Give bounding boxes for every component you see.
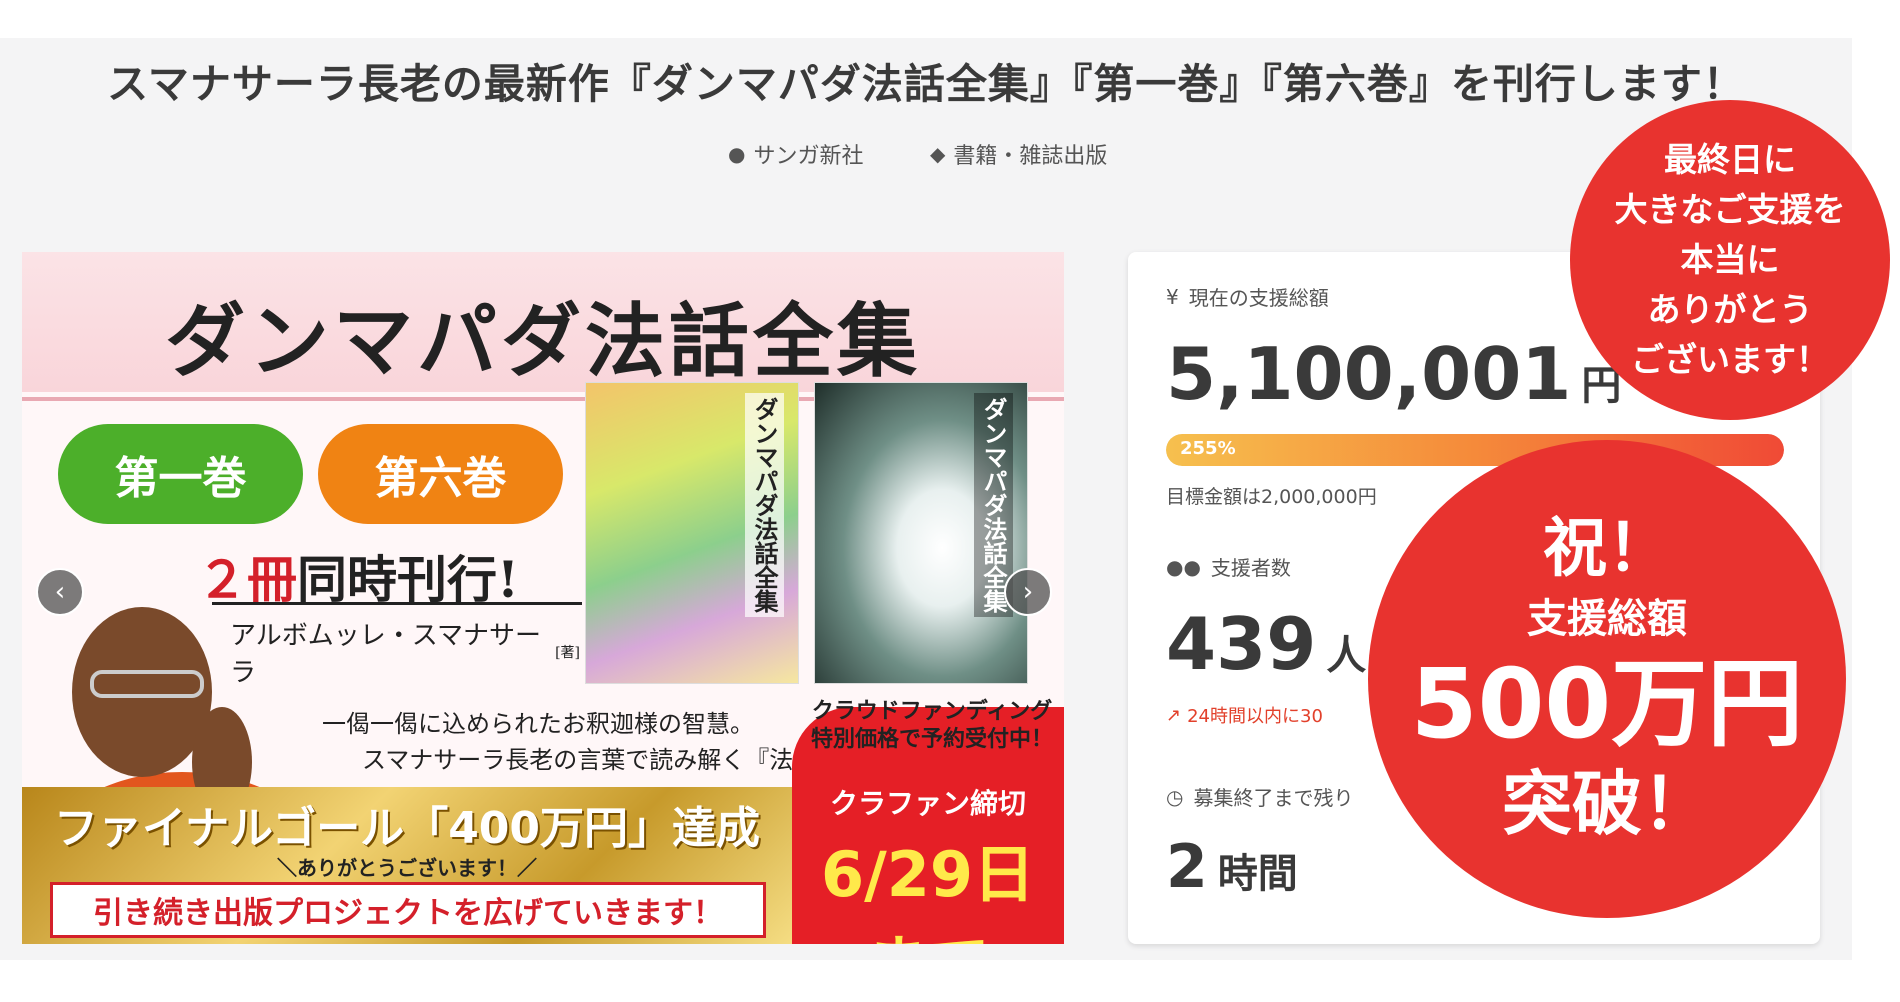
book-cover-vol6: ダンマパダ法話全集 — [814, 382, 1028, 684]
remaining-label: ◷ 募集終了まで残り — [1166, 782, 1353, 811]
milestone-line-2: 支援総額 — [1527, 596, 1687, 642]
next-message: 引き続き出版プロジェクトを広げていきます！ — [50, 882, 766, 938]
people-icon: ●● — [1166, 554, 1201, 579]
milestone-line-1: 祝！ — [1543, 512, 1671, 586]
milestone-line-4: 突破！ — [1502, 763, 1712, 845]
hero-title: ダンマパダ法話全集 — [165, 294, 921, 388]
publisher-meta[interactable]: ● サンガ新社 — [728, 138, 863, 170]
thanks-line-1: 最終日に — [1664, 140, 1796, 179]
supporters-count: 439 人 — [1166, 602, 1366, 686]
thanks-line-5: ございます！ — [1631, 340, 1829, 379]
author-name: アルボムッレ・スマナサーラ — [230, 621, 541, 688]
crowdfunding-deadline-date: 6/29日まで — [820, 838, 1036, 944]
trend-info: ↗ 24時間以内に30 — [1166, 702, 1323, 728]
crowdfunding-deadline-label: クラファン締切 — [829, 787, 1026, 820]
total-amount-value: 5,100,001 — [1166, 332, 1572, 416]
total-label: ¥ 現在の支援総額 — [1166, 282, 1329, 311]
supporters-count-unit: 人 — [1326, 633, 1367, 679]
total-label-text: 現在の支援総額 — [1188, 286, 1329, 310]
supporters-label-text: 支援者数 — [1210, 556, 1291, 580]
volume-1-badge: 第一巻 — [58, 424, 303, 524]
goal-amount: 目標金額は2,000,000円 — [1166, 486, 1377, 508]
author-credit: アルボムッレ・スマナサーラ [著] — [230, 621, 580, 688]
category-meta[interactable]: ◆ 書籍・雑誌出版 — [930, 138, 1107, 170]
supporters-label: ●● 支援者数 — [1166, 552, 1291, 581]
project-title: スマナサーラ長老の最新作『ダンマパダ法話全集』『第一巻』『第六巻』を刊行します！ — [107, 60, 1745, 108]
hero-carousel[interactable]: ダンマパダ法話全集 第一巻 第六巻 ２冊同時刊行! アルボムッレ・スマナサーラ[… — [22, 252, 1064, 944]
thanks-line-2: 大きなご支援を — [1614, 190, 1846, 229]
thanks-text: ＼ありがとうございます！／ — [277, 856, 537, 880]
thanks-line-4: ありがとう — [1647, 290, 1813, 329]
trend-text: 24時間以内に30 — [1187, 706, 1323, 727]
total-amount: 5,100,001 円 — [1166, 332, 1621, 416]
user-icon: ● — [728, 142, 746, 166]
thanks-line-3: 本当に — [1680, 240, 1780, 279]
book-cover-vol1: ダンマパダ法話全集 — [585, 382, 799, 684]
remaining-time-value: 2 — [1166, 832, 1208, 902]
crowdfunding-label: クラウドファンディング特別価格で予約受付中！ — [810, 699, 1053, 752]
author-role: [著] — [555, 645, 580, 661]
remaining-time: 2 時間 — [1166, 832, 1298, 902]
thanks-bubble: 最終日に 大きなご支援を 本当に ありがとう ございます！ — [1570, 100, 1890, 420]
tag-icon: ◆ — [930, 142, 946, 166]
book-cover-title: ダンマパダ法話全集 — [745, 393, 784, 617]
volume-6-badge: 第六巻 — [318, 424, 563, 524]
supporters-count-value: 439 — [1166, 602, 1317, 686]
trend-up-icon: ↗ — [1166, 704, 1182, 726]
carousel-prev-arrow[interactable]: ‹ — [36, 568, 84, 616]
remaining-time-unit: 時間 — [1217, 851, 1298, 897]
progress-percent: 255% — [1180, 438, 1236, 459]
category-name[interactable]: 書籍・雑誌出版 — [953, 138, 1107, 170]
publisher-name[interactable]: サンガ新社 — [753, 138, 863, 170]
remaining-label-text: 募集終了まで残り — [1193, 786, 1354, 810]
clock-icon: ◷ — [1166, 784, 1184, 809]
final-goal-text: ファイナルゴール「400万円」達成 — [53, 803, 761, 854]
yen-icon: ¥ — [1166, 284, 1179, 309]
carousel-next-arrow[interactable]: › — [1004, 568, 1052, 616]
milestone-bubble: 祝！ 支援総額 500万円 突破！ — [1368, 440, 1846, 918]
milestone-line-3: 500万円 — [1410, 648, 1804, 760]
hero-quote-1: 一偈一偈に込められたお釈迦様の智慧。 — [322, 710, 754, 738]
